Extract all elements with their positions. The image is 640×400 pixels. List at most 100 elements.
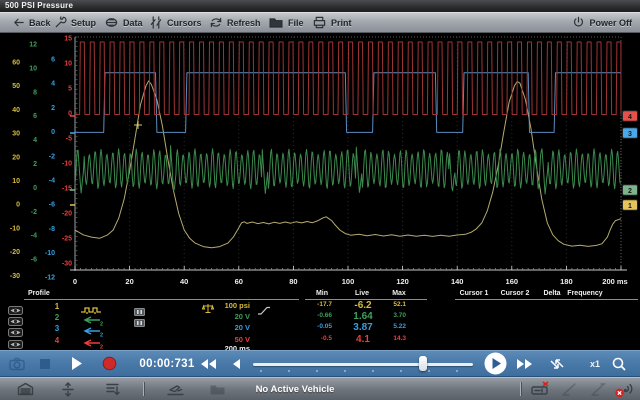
reorder-tracks-button[interactable]: [548, 351, 566, 376]
channel-scale[interactable]: 50 V: [213, 335, 250, 344]
header-underline: [24, 299, 299, 300]
split-arrows-icon: [61, 382, 75, 397]
channel-row-4[interactable]: 4250 V-0.54.114.3: [0, 335, 640, 346]
wifi-icon: [614, 380, 634, 398]
arrow-exit-icon: [167, 383, 184, 396]
wifi-status[interactable]: [612, 378, 636, 400]
channel-scale[interactable]: 20 V: [213, 323, 250, 332]
refresh-icon: [209, 16, 223, 29]
rewind-button[interactable]: [199, 351, 217, 376]
x-axis-label: 160: [506, 277, 519, 286]
y-axis-label-ch4: -5: [66, 136, 72, 143]
probe-status-2[interactable]: [589, 378, 609, 400]
y-axis-label-ch1: 40: [12, 107, 20, 114]
timeline-tick: [288, 370, 290, 372]
step-back-icon: [232, 359, 240, 369]
timeline-slider-thumb[interactable]: [419, 356, 427, 371]
main-toolbar: Back Setup Data Cursors Refresh File Pri…: [0, 12, 640, 33]
data-icon: [104, 16, 119, 29]
channel-number: 4: [50, 336, 64, 345]
channel-row-2[interactable]: 2220 V-0.661.643.70: [0, 312, 640, 323]
probe-slash2-icon: [591, 382, 607, 396]
x-axis-label: 80: [289, 277, 297, 286]
y-axis-label-ch1: -10: [10, 225, 20, 232]
y-axis-label-ch2: 8: [33, 89, 37, 96]
playback-speed[interactable]: x1: [586, 351, 604, 376]
column-header-min: Min: [316, 290, 328, 297]
cursors-button[interactable]: Cursors: [149, 13, 202, 32]
trigger-marker[interactable]: [134, 121, 142, 129]
stop-icon: [40, 359, 50, 369]
file-label: File: [288, 18, 304, 28]
column-header-max: Max: [392, 290, 406, 297]
setup-button[interactable]: Setup: [53, 13, 96, 32]
file-button[interactable]: File: [268, 13, 304, 32]
home-button[interactable]: [15, 378, 35, 400]
record-button[interactable]: [101, 351, 117, 376]
power-off-label: Power Off: [589, 18, 632, 28]
y-axis-label-ch3: -10: [45, 250, 55, 257]
channel-number: 3: [50, 324, 64, 333]
y-axis-label-ch3: -4: [49, 178, 55, 185]
title-bar: 500 PSI Pressure: [0, 0, 640, 12]
y-axis-label-ch4: 5: [68, 86, 72, 93]
y-axis-label-ch2: 6: [33, 113, 37, 120]
camera-icon: [9, 357, 25, 371]
zoom-button[interactable]: [610, 351, 628, 376]
timeline-slider-track[interactable]: [253, 363, 473, 366]
status-divider-right: [520, 382, 521, 396]
max-value: 14.3: [372, 335, 406, 342]
channel-tag-label: 3: [628, 131, 632, 138]
play-button[interactable]: [70, 351, 84, 376]
playback-time: 00:00:731: [138, 351, 196, 376]
print-button[interactable]: Print: [312, 13, 352, 32]
y-axis-label-ch2: 4: [33, 137, 37, 144]
scope-display[interactable]: 6050403020100-10-20-30121086420-2-4-6642…: [0, 33, 640, 288]
y-axis-label-ch3: 2: [51, 105, 55, 112]
scale-settings-button[interactable]: [102, 378, 122, 400]
scope-module-status[interactable]: [530, 378, 552, 400]
status-bar: No Active Vehicle: [0, 377, 640, 400]
channel-scale[interactable]: 100 psi: [213, 301, 250, 310]
back-arrow-icon: [12, 16, 25, 29]
y-axis-label-ch3: 0: [51, 129, 55, 136]
y-axis-label-ch3: -8: [49, 226, 55, 233]
probe-status-1[interactable]: [560, 378, 580, 400]
channel-row-1[interactable]: 1100 psi-17.7-6.252.1: [0, 301, 640, 312]
min-value: -17.7: [298, 301, 332, 308]
step-back-button[interactable]: [229, 351, 243, 376]
channel-number: 1: [50, 302, 64, 311]
saved-data-button[interactable]: [207, 378, 227, 400]
channel-scale[interactable]: 20 V: [213, 312, 250, 321]
exit-vehicle-button[interactable]: [165, 378, 185, 400]
status-divider-left: [143, 382, 144, 396]
y-axis-label-ch2: 2: [33, 161, 37, 168]
column-header-frequency: Frequency: [567, 290, 602, 297]
play-circle-button[interactable]: [483, 351, 507, 376]
vehicle-status[interactable]: No Active Vehicle: [240, 378, 350, 400]
refresh-button[interactable]: Refresh: [209, 13, 261, 32]
expand-collapse-button[interactable]: [58, 378, 78, 400]
header-underline: [455, 299, 638, 300]
printer-icon: [312, 16, 327, 29]
max-value: 5.22: [372, 323, 406, 330]
stop-button[interactable]: [38, 351, 52, 376]
channel-number: 2: [50, 313, 64, 322]
channel-tag-label: 2: [628, 188, 632, 195]
rewind-icon: [201, 359, 216, 369]
min-value: -0.05: [298, 323, 332, 330]
x-axis-label: 60: [235, 277, 243, 286]
x-axis-label: 100: [342, 277, 355, 286]
min-value: -0.5: [298, 335, 332, 342]
snapshot-button[interactable]: [8, 351, 26, 376]
channel-row-3[interactable]: 3220 V-0.053.875.22: [0, 323, 640, 334]
fast-forward-button[interactable]: [515, 351, 533, 376]
power-off-button[interactable]: Power Off: [572, 13, 632, 32]
data-button[interactable]: Data: [104, 13, 143, 32]
scope-module-icon: [531, 381, 551, 397]
back-button[interactable]: Back: [12, 13, 51, 32]
y-axis-label-ch1: -30: [10, 273, 20, 280]
layers-icon: [105, 382, 120, 396]
y-axis-label-ch1: 0: [16, 202, 20, 209]
y-axis-label-ch4: 10: [64, 61, 72, 68]
